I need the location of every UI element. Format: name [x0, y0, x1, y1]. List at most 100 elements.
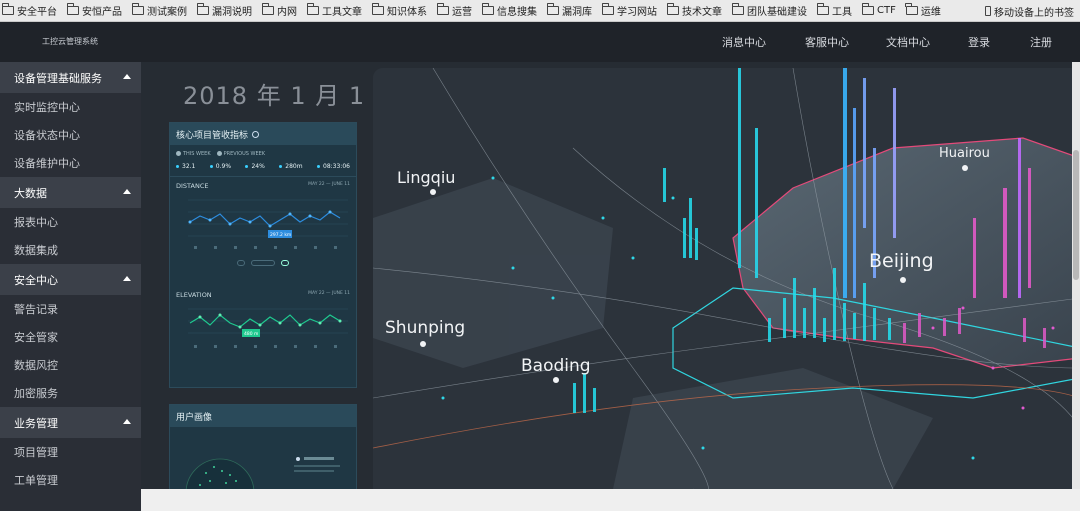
nav-register[interactable]: 注册 [1030, 34, 1052, 50]
bookmark-folder[interactable]: 信息搜集 [481, 3, 537, 18]
folder-icon [481, 3, 494, 15]
bookmarks-bar: 安全平台 安恒产品 测试案例 漏洞说明 内网 工具文章 知识体系 运营 信息搜集 漏洞库 学习网站 技… [0, 0, 1080, 22]
bookmark-folder[interactable]: 知识体系 [371, 3, 427, 18]
sidebar-item[interactable]: 安全管家 [0, 323, 141, 351]
range-start: MAY 22 [308, 291, 325, 296]
caret-up-icon [123, 419, 131, 424]
map-label-huairou: Huairou [939, 146, 990, 161]
main-dashboard: 2018 年 1 月 1 日 核心项目管收指标 THIS WEEK PREVIO… [141, 62, 1080, 489]
folder-icon [731, 3, 744, 15]
folder-icon [306, 3, 319, 15]
bookmark-label: 运维 [920, 7, 941, 18]
app-title: 工控云管理系统 [42, 37, 98, 46]
bookmark-label: 技术文章 [682, 7, 722, 18]
folder-icon [131, 3, 144, 15]
bookmark-label: 运营 [452, 7, 472, 18]
bookmark-folder[interactable]: 内网 [261, 3, 297, 18]
nav-login[interactable]: 登录 [968, 34, 990, 50]
stats-row: 32.1 0.9% 24% 280m 08:33:06 [170, 157, 356, 177]
map-label-baoding: Baoding [521, 356, 591, 376]
3d-city-map[interactable]: Lingqiu Huairou Beijing Shunping Baoding [373, 68, 1080, 489]
top-navigation: 工控云管理系统 消息中心 客服中心 文档中心 登录 注册 [0, 22, 1080, 62]
user-card-title: 用户画像 [176, 412, 213, 423]
sidebar-group-header[interactable]: 设备管理基础服务 [0, 62, 141, 93]
stat-value: 280m [285, 163, 303, 170]
bookmark-folder[interactable]: 工具 [816, 3, 852, 18]
location-marker-icon [900, 277, 906, 283]
folder-icon [196, 3, 209, 15]
bookmark-folder[interactable]: 学习网站 [601, 3, 657, 18]
sidebar-group-label: 业务管理 [14, 416, 58, 430]
sidebar-group-label: 设备管理基础服务 [14, 71, 102, 85]
sidebar-item[interactable]: 设备状态中心 [0, 121, 141, 149]
caret-up-icon [123, 276, 131, 281]
dashboard-date: 2018 年 1 月 1 日 [183, 82, 399, 110]
sidebar-item[interactable]: 报表中心 [0, 208, 141, 236]
bookmark-folder[interactable]: 运维 [905, 3, 941, 18]
range-start: MAY 22 [308, 182, 325, 187]
stat-dot-icon [317, 165, 320, 168]
bookmark-label: 漏洞库 [562, 7, 592, 18]
chart-pager[interactable] [170, 260, 356, 266]
stat-value: 0.9% [215, 163, 232, 170]
bookmark-label: CTF [877, 5, 896, 16]
range-end: JUNE 11 [332, 182, 350, 187]
bookmark-label: 工具文章 [322, 7, 362, 18]
dot-icon [296, 457, 300, 461]
bookmark-folder[interactable]: 漏洞说明 [196, 3, 252, 18]
folder-icon [905, 3, 918, 15]
bookmark-folder[interactable]: 运营 [436, 3, 472, 18]
tab-previous-week-label: PREVIOUS WEEK [223, 151, 266, 157]
bookmark-folder[interactable]: 团队基础建设 [731, 3, 807, 18]
sidebar-item[interactable]: 工单管理 [0, 466, 141, 494]
stat-dot-icon [279, 165, 283, 168]
stat-dot-icon [209, 165, 213, 168]
pager-bar[interactable] [251, 260, 275, 266]
bookmark-label: 内网 [277, 7, 297, 18]
bookmark-label: 信息搜集 [497, 7, 537, 18]
bookmark-label: 知识体系 [387, 7, 427, 18]
sidebar-item[interactable]: 实时监控中心 [0, 93, 141, 121]
page-scrollbar[interactable] [1072, 62, 1080, 489]
bookmark-folder[interactable]: 安恒产品 [66, 3, 122, 18]
folder-icon [436, 3, 449, 15]
bookmark-folder[interactable]: 技术文章 [666, 3, 722, 18]
pager-dot[interactable] [237, 260, 245, 266]
sidebar-group-header[interactable]: 安全中心 [0, 264, 141, 295]
bookmark-label: 漏洞说明 [212, 7, 252, 18]
sidebar-item[interactable]: 加密服务 [0, 379, 141, 407]
nav-docs-center[interactable]: 文档中心 [886, 34, 930, 50]
user-profile-card: 用户画像 [169, 404, 357, 489]
scroll-thumb[interactable] [1073, 150, 1079, 280]
map-label-shunping: Shunping [385, 318, 466, 338]
caret-up-icon [123, 189, 131, 194]
sidebar-group-label: 大数据 [14, 186, 47, 200]
pager-dot-active[interactable] [281, 260, 289, 266]
bookmark-folder[interactable]: 工具文章 [306, 3, 362, 18]
sidebar-item[interactable]: 数据集成 [0, 236, 141, 264]
tab-previous-week[interactable]: PREVIOUS WEEK [216, 151, 266, 157]
bookmark-folder[interactable]: 漏洞库 [546, 3, 592, 18]
sidebar-item[interactable]: 警告记录 [0, 295, 141, 323]
mobile-bookmarks[interactable]: 移动设备上的书签 [985, 0, 1074, 22]
location-marker-icon [553, 377, 559, 383]
nav-message-center[interactable]: 消息中心 [722, 34, 766, 50]
range-end: JUNE 11 [332, 291, 350, 296]
folder-icon [816, 3, 829, 15]
map-label-lingqiu: Lingqiu [397, 168, 456, 187]
bookmark-folder[interactable]: 安全平台 [1, 3, 57, 18]
sidebar-group-header[interactable]: 业务管理 [0, 407, 141, 438]
sidebar-item[interactable]: 项目管理 [0, 438, 141, 466]
folder-icon [261, 3, 274, 15]
stat-value: 08:33:06 [323, 163, 350, 170]
nav-service-center[interactable]: 客服中心 [805, 34, 849, 50]
radio-icon [216, 151, 222, 156]
sidebar-item[interactable]: 设备维护中心 [0, 149, 141, 177]
bookmark-folder[interactable]: 测试案例 [131, 3, 187, 18]
folder-icon [66, 3, 79, 15]
sidebar-group-header[interactable]: 大数据 [0, 177, 141, 208]
sidebar-item[interactable]: 数据风控 [0, 351, 141, 379]
bookmark-folder[interactable]: CTF [861, 3, 896, 16]
distance-chart: 297.2 km [188, 199, 348, 249]
tab-this-week[interactable]: THIS WEEK [176, 151, 211, 157]
